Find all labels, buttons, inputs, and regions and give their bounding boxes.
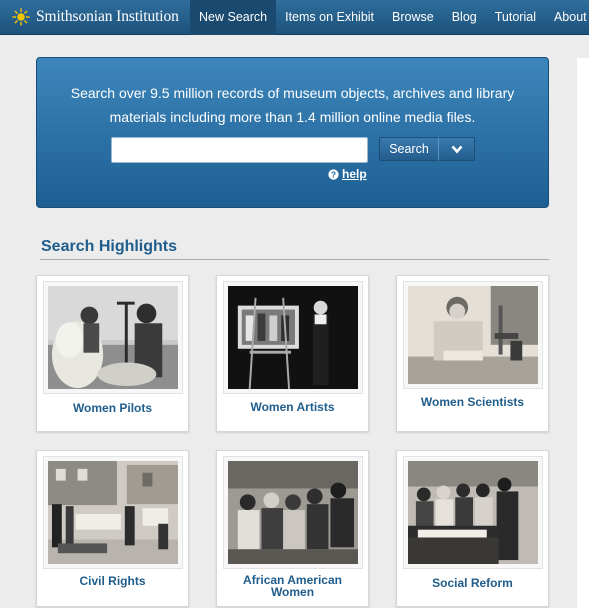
card-label[interactable]: Women Pilots [41,402,184,414]
nav-items-on-exhibit[interactable]: Items on Exhibit [276,0,383,35]
main-nav: New Search Items on Exhibit Browse Blog … [190,0,589,35]
heading-divider [40,259,549,260]
brand-logo[interactable]: Smithsonian Institution [12,8,179,26]
civil-rights-photo[interactable] [43,456,183,569]
brand-name[interactable]: Smithsonian Institution [36,8,179,26]
search-input[interactable] [111,137,368,163]
svg-text:?: ? [331,170,336,179]
search-button[interactable]: Search [379,137,439,161]
nav-tutorial[interactable]: Tutorial [486,0,545,35]
card-label[interactable]: African American Women [221,574,364,598]
women-scientists-photo[interactable] [403,281,543,389]
highlight-card-women-pilots[interactable]: Women Pilots [36,275,189,432]
highlight-card-women-artists[interactable]: Women Artists [216,275,369,432]
card-label[interactable]: Civil Rights [41,575,184,587]
search-options-dropdown[interactable] [438,137,475,161]
help-link[interactable]: ? help [328,167,367,181]
card-label[interactable]: Women Artists [221,401,364,413]
search-description: Search over 9.5 million records of museu… [70,85,515,125]
sun-icon [12,8,30,26]
scrollbar-track[interactable] [577,58,589,608]
nav-browse[interactable]: Browse [383,0,443,35]
african-american-women-photo[interactable] [223,456,363,569]
top-navbar: Smithsonian Institution New Search Items… [0,0,589,35]
card-label[interactable]: Social Reform [401,577,544,589]
help-label[interactable]: help [342,167,367,181]
chevron-down-icon [451,145,463,154]
highlight-card-social-reform[interactable]: Social Reform [396,450,549,607]
card-label[interactable]: Women Scientists [401,396,544,408]
highlight-card-women-scientists[interactable]: Women Scientists [396,275,549,432]
social-reform-photo[interactable] [403,456,543,569]
search-panel: Search over 9.5 million records of museu… [36,57,549,208]
highlight-card-african-american-women[interactable]: African American Women [216,450,369,607]
nav-about[interactable]: About [545,0,589,35]
nav-new-search[interactable]: New Search [190,0,277,35]
question-circle-icon: ? [328,168,339,180]
highlight-card-civil-rights[interactable]: Civil Rights [36,450,189,607]
women-pilots-photo[interactable] [43,281,183,394]
nav-blog[interactable]: Blog [443,0,486,35]
search-highlights-heading: Search Highlights [41,238,178,255]
women-artists-photo[interactable] [223,281,363,394]
